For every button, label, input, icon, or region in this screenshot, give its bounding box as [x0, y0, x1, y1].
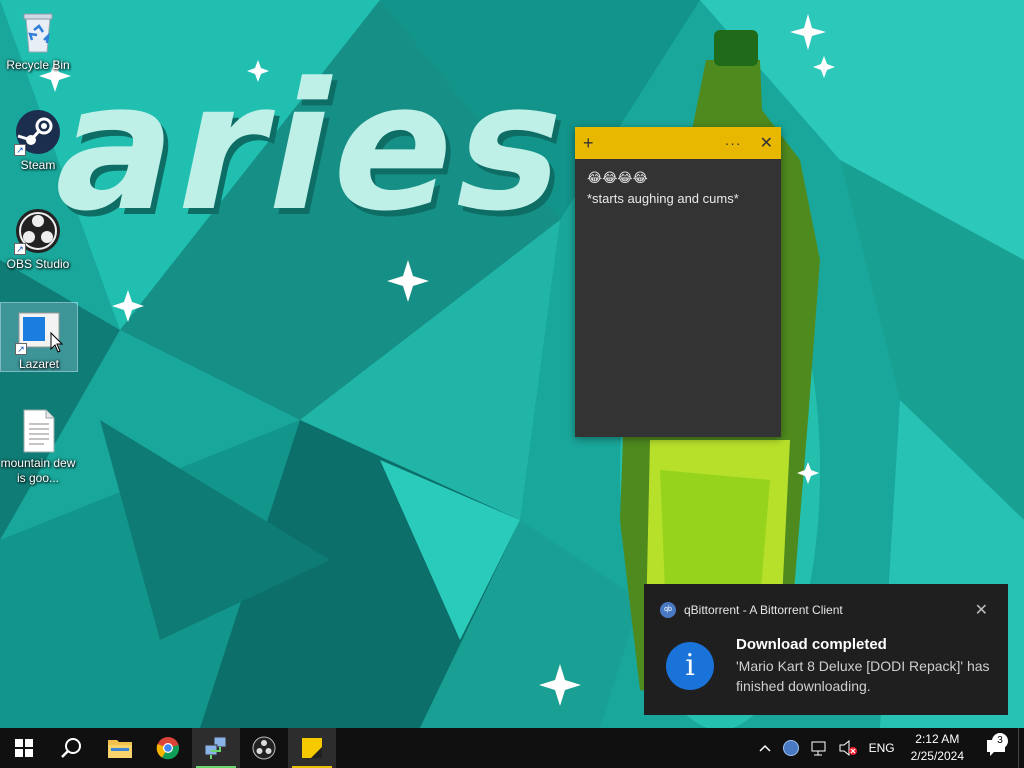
wallpaper-text: aries	[36, 45, 590, 250]
sticky-note-emoji-line: 😂😂😂😂	[587, 171, 648, 186]
windows-icon	[15, 739, 33, 757]
add-note-button[interactable]: +	[583, 133, 594, 154]
desktop-icon-steam[interactable]: ↗ Steam	[0, 104, 76, 173]
language-indicator[interactable]: ENG	[863, 728, 901, 768]
volume-muted-icon	[839, 740, 857, 756]
notification-count-badge: 3	[992, 733, 1008, 749]
shortcut-arrow-icon: ↗	[15, 343, 27, 355]
tray-qbittorrent[interactable]	[777, 728, 805, 768]
info-icon: i	[666, 642, 714, 690]
clock-time: 2:12 AM	[915, 732, 960, 746]
chrome-icon	[156, 737, 180, 760]
taskbar: ENG 2:12 AM 2/25/2024 3	[0, 728, 1024, 768]
search-button[interactable]	[48, 728, 96, 768]
chevron-up-icon	[759, 744, 771, 752]
taskbar-chrome[interactable]	[144, 728, 192, 768]
sticky-notes-icon	[302, 738, 322, 758]
toast-title: Download completed	[736, 636, 887, 653]
menu-button[interactable]: ···	[725, 135, 742, 151]
recycle-bin-label: Recycle Bin	[6, 58, 70, 72]
folder-icon	[108, 740, 132, 758]
obs-icon	[252, 736, 276, 760]
lazaret-icon: ↗	[15, 307, 64, 355]
network-icon	[811, 741, 826, 756]
qbittorrent-tray-icon	[782, 740, 799, 756]
clock[interactable]: 2:12 AM 2/25/2024	[901, 731, 974, 765]
shortcut-arrow-icon: ↗	[14, 144, 26, 156]
notification-toast[interactable]: qb qBittorrent - A Bittorrent Client ✕ i…	[644, 584, 1008, 715]
text-file-label: mountain dew is goo...	[0, 456, 76, 485]
text-file-icon	[14, 406, 62, 454]
show-desktop-button[interactable]	[1018, 728, 1024, 768]
toast-app-name: qBittorrent - A Bittorrent Client	[684, 603, 843, 617]
tray-overflow-button[interactable]	[753, 728, 777, 768]
taskbar-obs-studio[interactable]	[240, 728, 288, 768]
desktop-icon-text-file[interactable]: mountain dew is goo...	[0, 402, 76, 486]
toast-close-button[interactable]: ✕	[975, 600, 988, 620]
shortcut-arrow-icon: ↗	[14, 243, 26, 255]
start-button[interactable]	[0, 728, 48, 768]
sticky-note-body[interactable]: 😂😂😂😂 *starts aughing and cums*	[575, 159, 781, 219]
lazaret-label: Lazaret	[18, 357, 60, 371]
tray-volume[interactable]	[833, 728, 863, 768]
sticky-note-window[interactable]: + ··· ✕ 😂😂😂😂 *starts aughing and cums*	[575, 127, 781, 437]
taskbar-qbittorrent[interactable]	[192, 728, 240, 768]
tray-network[interactable]	[805, 728, 833, 768]
qbittorrent-icon: qb	[660, 602, 676, 618]
obs-studio-label: OBS Studio	[6, 257, 70, 271]
network-app-icon	[204, 736, 227, 759]
desktop-icon-recycle-bin[interactable]: Recycle Bin	[0, 4, 76, 73]
toast-message: 'Mario Kart 8 Deluxe [DODI Repack]' has …	[736, 658, 990, 694]
toast-header: qb qBittorrent - A Bittorrent Client	[660, 602, 843, 618]
sticky-note-text-line: *starts aughing and cums*	[587, 191, 739, 206]
obs-studio-icon: ↗	[14, 207, 62, 255]
desktop-icon-lazaret[interactable]: ↗ Lazaret	[0, 302, 78, 372]
action-center-button[interactable]: 3	[974, 733, 1018, 757]
close-note-button[interactable]: ✕	[760, 133, 773, 153]
taskbar-file-explorer[interactable]	[96, 728, 144, 768]
sticky-note-header[interactable]: + ··· ✕	[575, 127, 781, 159]
desktop-icon-obs-studio[interactable]: ↗ OBS Studio	[0, 203, 76, 272]
search-icon	[61, 738, 81, 758]
recycle-bin-icon	[14, 8, 62, 56]
system-tray: ENG 2:12 AM 2/25/2024 3	[753, 728, 1024, 768]
steam-icon: ↗	[14, 108, 62, 156]
taskbar-sticky-notes[interactable]	[288, 728, 336, 768]
clock-date: 2/25/2024	[910, 749, 964, 763]
steam-label: Steam	[20, 158, 56, 172]
